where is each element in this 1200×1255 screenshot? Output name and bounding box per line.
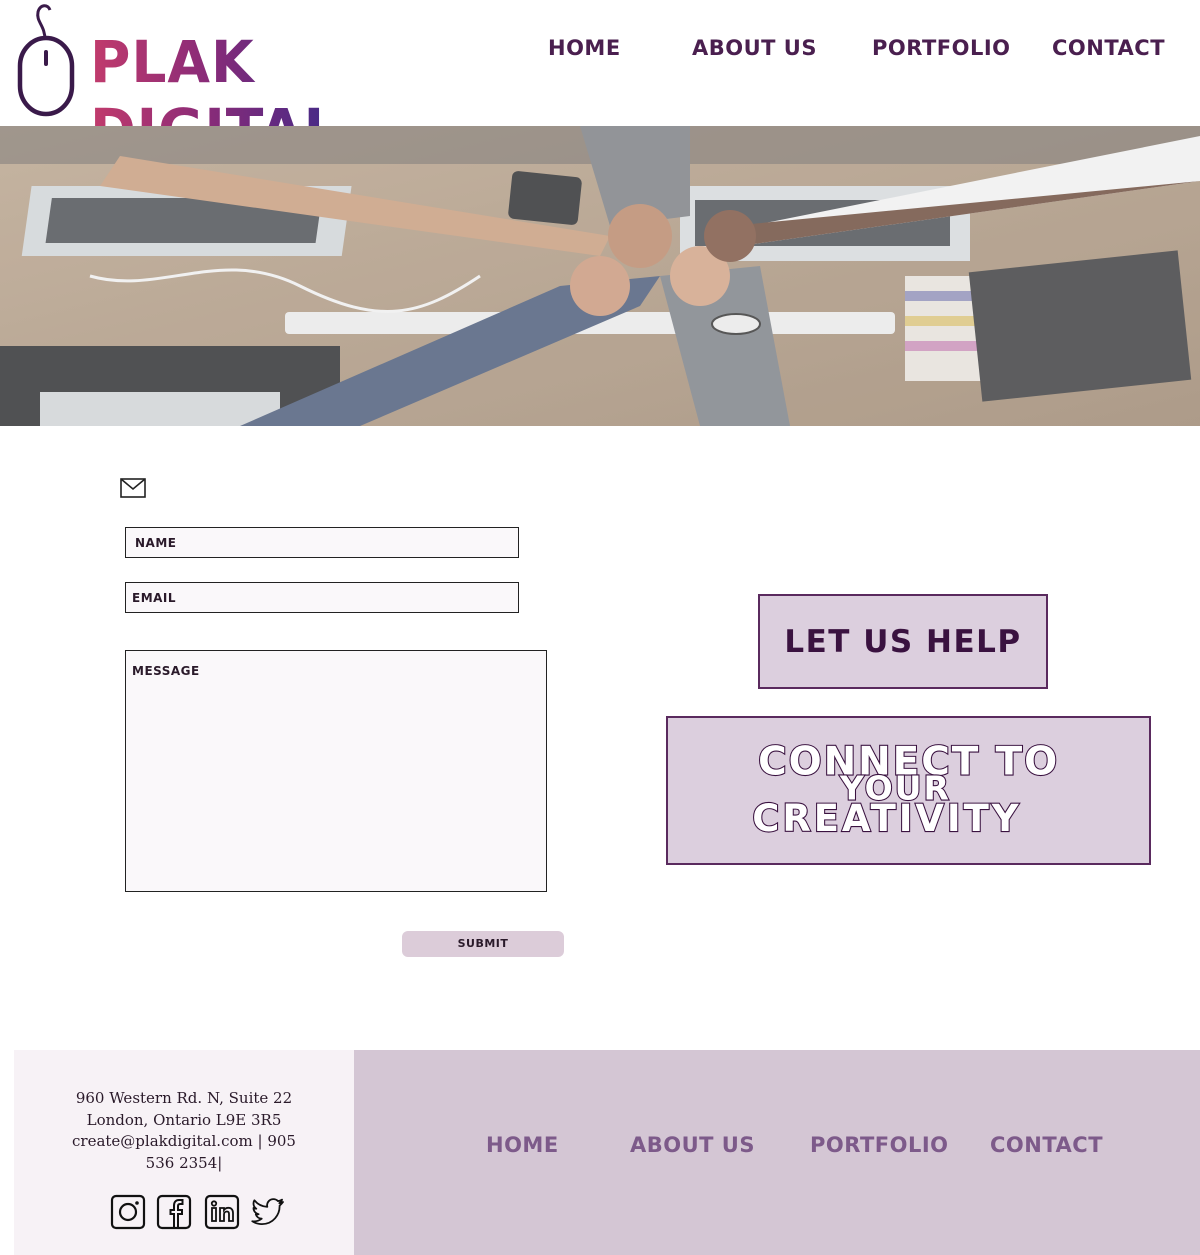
address-line-2: London, Ontario L9E 3R5 bbox=[86, 1110, 282, 1129]
address-line-1: 960 Western Rd. N, Suite 22 bbox=[75, 1089, 293, 1107]
nav-portfolio[interactable]: PORTFOLIO bbox=[872, 36, 1011, 60]
instagram-icon[interactable] bbox=[110, 1194, 146, 1230]
tagline-line-3: CREATIVITY bbox=[752, 797, 1021, 840]
linkedin-icon[interactable] bbox=[204, 1194, 240, 1230]
creativity-tagline: CONNECT TO YOUR CREATIVITY bbox=[751, 738, 1058, 841]
footer-address: 960 Western Rd. N, Suite 22 London, Onta… bbox=[14, 1088, 354, 1174]
email-phone-line[interactable]: create@plakdigital.com | 905 bbox=[14, 1131, 354, 1153]
twitter-icon[interactable] bbox=[250, 1194, 286, 1230]
nav-contact[interactable]: CONTACT bbox=[1052, 36, 1165, 60]
footer-nav-about-us[interactable]: ABOUT US bbox=[630, 1133, 755, 1157]
message-textarea[interactable]: MESSAGE bbox=[125, 650, 547, 892]
nav-home[interactable]: HOME bbox=[548, 36, 621, 60]
brand-logo[interactable]: PLAK DIGITAL bbox=[16, 0, 496, 164]
hero-illustration bbox=[0, 126, 1200, 426]
name-field-placeholder: NAME bbox=[135, 536, 177, 550]
phone-line: 536 2354| bbox=[145, 1153, 223, 1172]
hero-image-teamwork bbox=[0, 126, 1200, 426]
let-us-help-label: LET US HELP bbox=[784, 623, 1022, 660]
footer-nav-contact[interactable]: CONTACT bbox=[990, 1133, 1103, 1157]
nav-about-us[interactable]: ABOUT US bbox=[692, 36, 817, 60]
footer-nav-portfolio[interactable]: PORTFOLIO bbox=[810, 1133, 949, 1157]
email-field[interactable]: EMAIL bbox=[125, 582, 519, 613]
creativity-tagline-box: CONNECT TO YOUR CREATIVITY bbox=[666, 716, 1151, 865]
site-header: PLAK DIGITAL HOME ABOUT US PORTFOLIO CON… bbox=[0, 0, 1200, 164]
footer-nav-home[interactable]: HOME bbox=[486, 1133, 559, 1157]
name-field[interactable]: NAME bbox=[125, 527, 519, 558]
mail-icon bbox=[120, 478, 146, 498]
submit-button[interactable]: SUBMIT bbox=[402, 931, 564, 957]
let-us-help-box: LET US HELP bbox=[758, 594, 1048, 689]
email-field-placeholder: EMAIL bbox=[132, 591, 177, 605]
mouse-icon bbox=[17, 4, 75, 117]
facebook-icon[interactable] bbox=[156, 1194, 192, 1230]
message-placeholder: MESSAGE bbox=[132, 664, 200, 678]
